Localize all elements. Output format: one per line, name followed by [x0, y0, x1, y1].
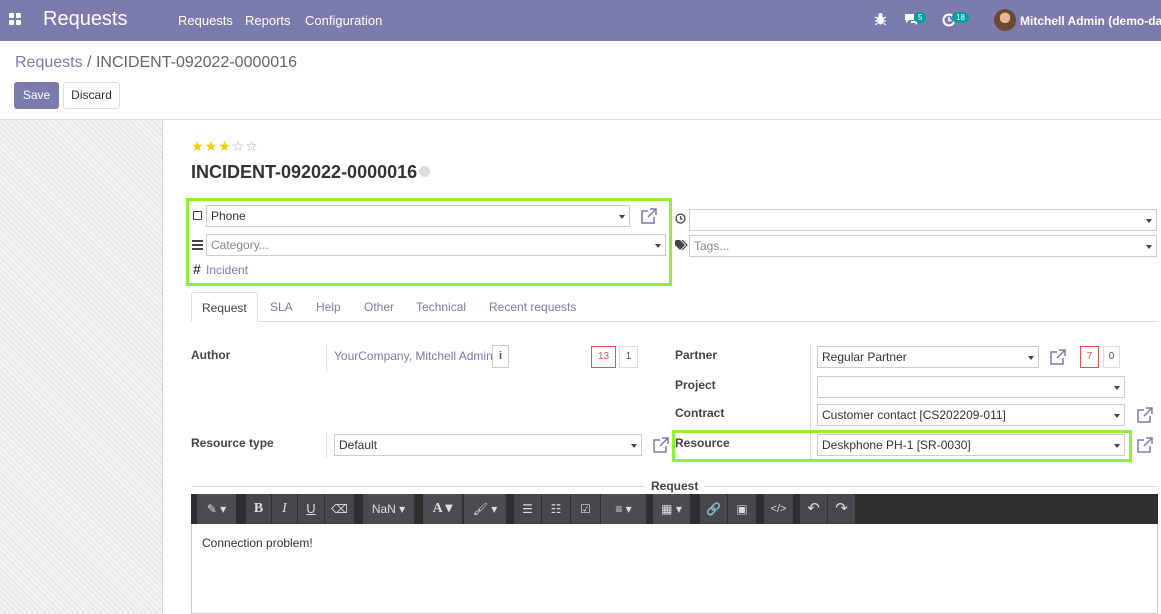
request-editor[interactable]: Connection problem! [191, 524, 1158, 614]
request-section-label: Request [645, 479, 705, 493]
editor-toolbar: ✎ ▾ B I U ⌫ NaN ▾ A ▾ 🖌 ▾ ☰ ☷ ☑ ≡ ▾ ▦ ▾ … [191, 494, 1158, 524]
kanban-state-icon[interactable] [419, 166, 430, 177]
bullet-list-icon[interactable]: ☰ [514, 494, 542, 524]
table-icon[interactable]: ▦ ▾ [653, 494, 691, 524]
tab-help[interactable]: Help [306, 292, 351, 322]
project-label: Project [675, 378, 716, 392]
menu-requests[interactable]: Requests [178, 13, 233, 28]
stage-clock-icon [675, 212, 686, 227]
star-filled-icon[interactable]: ★ [191, 138, 205, 154]
bug-icon[interactable] [874, 12, 887, 29]
menu-configuration[interactable]: Configuration [305, 13, 382, 28]
project-select[interactable] [817, 376, 1125, 398]
channel-icon [193, 211, 202, 220]
underline-button[interactable]: U [298, 494, 325, 524]
star-empty-icon[interactable]: ☆ [232, 138, 246, 154]
font-color-button[interactable]: A ▾ [423, 494, 463, 524]
app-title: Requests [43, 8, 128, 30]
star-filled-icon[interactable]: ★ [218, 138, 232, 154]
partner-label: Partner [675, 348, 718, 362]
menu-reports[interactable]: Reports [245, 13, 291, 28]
resource-label: Resource [675, 436, 730, 450]
contract-label: Contract [675, 406, 725, 420]
external-link-icon[interactable] [1136, 407, 1153, 424]
author-count-closed[interactable]: 1 [619, 346, 638, 368]
checklist-icon[interactable]: ☑ [571, 494, 601, 524]
author-label: Author [191, 348, 231, 362]
undo-icon[interactable]: ↶ [800, 494, 828, 524]
info-icon[interactable]: i [492, 345, 509, 368]
user-avatar[interactable] [994, 9, 1016, 31]
control-panel-divider [0, 119, 1161, 120]
partner-value: Regular Partner [822, 350, 907, 364]
redo-icon[interactable]: ↷ [828, 494, 856, 524]
user-menu[interactable]: Mitchell Admin (demo-datab [1020, 14, 1161, 28]
top-navbar: Requests Requests Reports Configuration … [0, 0, 1161, 41]
star-empty-icon[interactable]: ☆ [245, 138, 259, 154]
author-count-open[interactable]: 13 [591, 346, 616, 368]
eraser-icon[interactable]: ⌫ [325, 494, 355, 524]
activity-count-badge: 18 [952, 12, 969, 23]
field-separator [326, 345, 327, 371]
category-select[interactable]: Category... [206, 234, 666, 256]
field-separator [326, 432, 327, 458]
style-wand-button[interactable]: ✎ ▾ [197, 494, 237, 524]
external-link-icon[interactable] [652, 437, 669, 454]
external-link-icon[interactable] [1049, 349, 1066, 366]
notebook-tabs: Request SLA Help Other Technical Recent … [191, 292, 1158, 322]
field-separator [810, 433, 811, 459]
tags-icon [675, 239, 689, 254]
contract-value: Customer contact [CS202209-011] [822, 408, 1006, 422]
align-dropdown[interactable]: ≡ ▾ [601, 494, 647, 524]
channel-select[interactable]: Phone [206, 205, 630, 227]
star-filled-icon[interactable]: ★ [205, 138, 219, 154]
partner-count-open[interactable]: 7 [1080, 346, 1099, 368]
tab-recent-requests[interactable]: Recent requests [479, 292, 586, 322]
link-icon[interactable]: 🔗 [700, 494, 728, 524]
numbered-list-icon[interactable]: ☷ [542, 494, 571, 524]
category-list-icon [192, 240, 203, 250]
tab-technical[interactable]: Technical [406, 292, 476, 322]
font-size-value: NaN [371, 502, 396, 516]
font-size-dropdown[interactable]: NaN ▾ [363, 494, 415, 524]
apps-menu-icon[interactable] [9, 13, 22, 26]
priority-stars[interactable]: ★★★☆☆ [191, 138, 259, 155]
save-button[interactable]: Save [14, 82, 59, 109]
resource-type-label: Resource type [191, 436, 274, 450]
tags-placeholder: Tags... [694, 239, 730, 253]
tab-request[interactable]: Request [191, 292, 258, 322]
request-type-link[interactable]: Incident [206, 263, 248, 277]
chat-count-badge: 5 [914, 12, 927, 23]
resource-select[interactable]: Deskphone PH-1 [SR-0030] [817, 434, 1125, 456]
record-title: INCIDENT-092022-0000016 [191, 162, 418, 182]
channel-value: Phone [211, 209, 246, 223]
resource-type-value: Default [339, 438, 378, 452]
discard-button[interactable]: Discard [63, 82, 120, 109]
paint-brush-icon[interactable]: 🖌 ▾ [464, 494, 507, 524]
contract-select[interactable]: Customer contact [CS202209-011] [817, 404, 1125, 426]
tab-sla[interactable]: SLA [260, 292, 303, 322]
partner-count-closed[interactable]: 0 [1103, 346, 1120, 368]
breadcrumb-separator: / [87, 54, 92, 71]
external-link-icon[interactable] [640, 208, 657, 225]
hash-icon: # [193, 261, 201, 277]
resource-value: Deskphone PH-1 [SR-0030] [822, 438, 971, 452]
author-link[interactable]: YourCompany, Mitchell Admin [334, 349, 493, 363]
tab-other[interactable]: Other [354, 292, 404, 322]
background-pattern [0, 120, 163, 614]
resource-type-select[interactable]: Default [334, 434, 642, 456]
breadcrumb-parent-link[interactable]: Requests [15, 54, 83, 71]
bold-button[interactable]: B [246, 494, 272, 524]
partner-select[interactable]: Regular Partner [817, 346, 1039, 368]
breadcrumb: Requests / INCIDENT-092022-0000016 [15, 54, 297, 72]
image-icon[interactable]: ▣ [728, 494, 757, 524]
breadcrumb-current: INCIDENT-092022-0000016 [95, 54, 297, 71]
category-placeholder: Category... [211, 238, 269, 252]
external-link-icon[interactable] [1136, 437, 1153, 454]
italic-button[interactable]: I [272, 494, 298, 524]
tags-select[interactable]: Tags... [689, 235, 1157, 257]
stage-select[interactable] [689, 209, 1157, 231]
editor-content: Connection problem! [202, 536, 313, 550]
code-view-icon[interactable]: </> [764, 494, 794, 524]
